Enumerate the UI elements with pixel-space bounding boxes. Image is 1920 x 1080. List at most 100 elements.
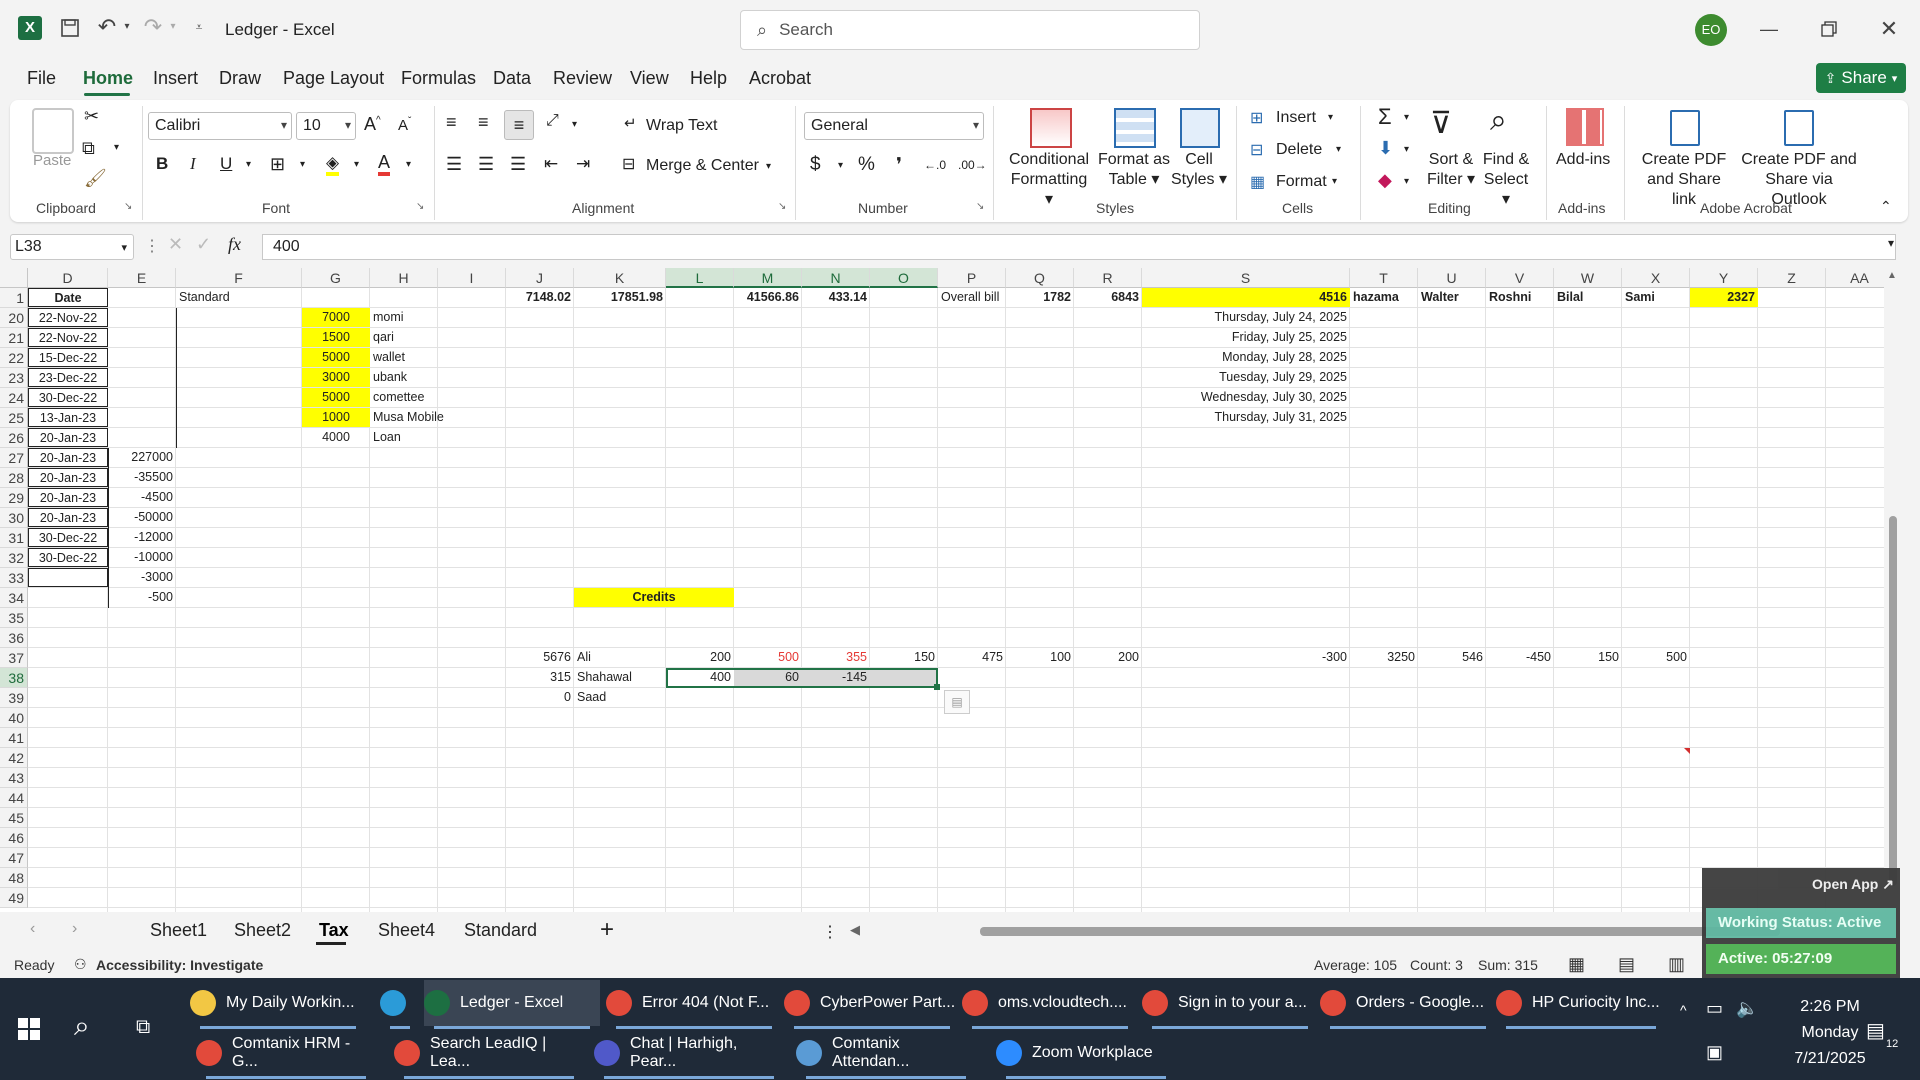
orientation-dropdown-icon[interactable]: ▾ xyxy=(572,119,577,130)
tab-help[interactable]: Help xyxy=(690,68,727,89)
cell-h21[interactable]: qari xyxy=(370,328,438,347)
row-header-44[interactable]: 44 xyxy=(0,788,28,808)
increase-indent-icon[interactable]: ⇥ xyxy=(576,154,590,174)
formula-input[interactable]: 400 xyxy=(262,234,1896,260)
orientation-icon[interactable]: ⤢ xyxy=(546,112,559,130)
cell-s20[interactable]: Thursday, July 24, 2025 xyxy=(1142,308,1350,327)
cell-j39[interactable]: 0 xyxy=(506,688,574,707)
taskbar-app-8[interactable]: Orders - Google... xyxy=(1320,980,1496,1026)
row-header-25[interactable]: 25 xyxy=(0,408,28,428)
vertical-scroll-thumb[interactable] xyxy=(1889,516,1897,886)
scroll-up-icon[interactable]: ▲ xyxy=(1887,270,1897,281)
open-app-link[interactable]: Open App ↗ xyxy=(1812,876,1894,893)
cell-h24[interactable]: comettee xyxy=(370,388,438,407)
network-icon[interactable]: ▣ xyxy=(1706,1042,1723,1063)
font-name-select[interactable]: Calibri ▾ xyxy=(148,112,292,140)
row-header-20[interactable]: 20 xyxy=(0,308,28,328)
sheet-tab-sheet2[interactable]: Sheet2 xyxy=(234,920,291,941)
cell-s23[interactable]: Tuesday, July 29, 2025 xyxy=(1142,368,1350,387)
accessibility-status[interactable]: Accessibility: Investigate xyxy=(96,957,263,973)
cell-d23[interactable]: 23-Dec-22 xyxy=(28,368,108,387)
taskbar-app-5[interactable]: CyberPower Part... xyxy=(784,980,960,1026)
taskbar-app-row2-3[interactable]: Chat | Harhigh, Pear... xyxy=(594,1030,784,1076)
align-middle-icon[interactable]: ≡ xyxy=(478,112,489,133)
align-bottom-icon[interactable]: ≡ xyxy=(504,110,534,140)
page-layout-view-icon[interactable]: ▤ xyxy=(1618,954,1635,975)
avatar[interactable]: EO xyxy=(1695,14,1727,46)
row-header-36[interactable]: 36 xyxy=(0,628,28,648)
cell-x37[interactable]: 500 xyxy=(1622,648,1690,667)
column-header-l[interactable]: L xyxy=(666,268,734,288)
cell-m37[interactable]: 500 xyxy=(734,648,802,667)
cell-w37[interactable]: 150 xyxy=(1554,648,1622,667)
italic-icon[interactable]: I xyxy=(190,154,196,174)
cell-l37[interactable]: 200 xyxy=(666,648,734,667)
bold-icon[interactable]: B xyxy=(156,154,168,174)
merge-center-button[interactable]: Merge & Center xyxy=(646,156,759,176)
taskbar-app-row2-2[interactable]: Search LeadIQ | Lea... xyxy=(394,1030,584,1076)
autosum-dropdown-icon[interactable]: ▾ xyxy=(1404,112,1409,123)
cell-p37[interactable]: 475 xyxy=(938,648,1006,667)
fill-color-dropdown-icon[interactable]: ▾ xyxy=(354,159,359,170)
taskbar-app-3[interactable]: Ledger - Excel xyxy=(424,980,600,1026)
cell-styles-button[interactable]: Cell Styles ▾ xyxy=(1170,150,1228,190)
cell-g20[interactable]: 7000 xyxy=(302,308,370,327)
cell-p1[interactable]: Overall bill xyxy=(938,288,1006,307)
add-ins-button[interactable]: Add-ins xyxy=(1556,150,1610,170)
insert-cells-button[interactable]: Insert xyxy=(1276,108,1316,128)
tab-draw[interactable]: Draw xyxy=(219,68,261,89)
cell-d22[interactable]: 15-Dec-22 xyxy=(28,348,108,367)
create-pdf-outlook-icon[interactable] xyxy=(1784,110,1814,146)
cell-e32[interactable]: -10000 xyxy=(108,548,176,567)
taskbar-app-row2-1[interactable]: Comtanix HRM - G... xyxy=(196,1030,376,1076)
tab-acrobat[interactable]: Acrobat xyxy=(749,68,811,89)
align-center-icon[interactable]: ☰ xyxy=(478,154,494,175)
cell-u1[interactable]: Walter xyxy=(1418,288,1486,307)
add-sheet-icon[interactable]: + xyxy=(600,916,614,944)
cell-n37[interactable]: 355 xyxy=(802,648,870,667)
search-icon[interactable]: ⌕ xyxy=(74,1010,90,1043)
taskbar-app-1[interactable]: My Daily Workin... xyxy=(190,980,366,1026)
insert-function-icon[interactable]: fx xyxy=(228,234,241,255)
cell-h20[interactable]: momi xyxy=(370,308,438,327)
cell-t1[interactable]: hazama xyxy=(1350,288,1418,307)
cell-g23[interactable]: 3000 xyxy=(302,368,370,387)
create-pdf-share-icon[interactable] xyxy=(1670,110,1700,146)
percent-icon[interactable]: % xyxy=(858,154,875,176)
underline-icon[interactable]: U xyxy=(220,154,232,174)
cell-d33[interactable] xyxy=(28,568,108,587)
cell-n1[interactable]: 433.14 xyxy=(802,288,870,307)
find-select-button[interactable]: Find & Select ▾ xyxy=(1478,150,1534,210)
column-header-t[interactable]: T xyxy=(1350,268,1418,288)
row-header-47[interactable]: 47 xyxy=(0,848,28,868)
vertical-scrollbar[interactable]: ▲ xyxy=(1884,268,1902,912)
volume-icon[interactable]: 🔈 xyxy=(1736,998,1758,1019)
clock-time[interactable]: 2:26 PM xyxy=(1780,998,1880,1016)
sheet-tab-tax[interactable]: Tax xyxy=(319,920,349,941)
fill-handle[interactable] xyxy=(934,684,940,690)
autosum-icon[interactable]: Σ xyxy=(1378,104,1392,130)
cell-q37[interactable]: 100 xyxy=(1006,648,1074,667)
cell-k34[interactable]: Credits xyxy=(574,588,734,607)
show-hidden-icons-icon[interactable]: ^ xyxy=(1680,1002,1687,1018)
row-header-41[interactable]: 41 xyxy=(0,728,28,748)
currency-dropdown-icon[interactable]: ▾ xyxy=(838,160,843,171)
sheet-tab-sheet1[interactable]: Sheet1 xyxy=(150,920,207,941)
share-button[interactable]: ⇪ Share ▾ xyxy=(1816,63,1906,93)
cell-m38[interactable]: 60 xyxy=(734,668,802,687)
row-header-49[interactable]: 49 xyxy=(0,888,28,908)
row-header-42[interactable]: 42 xyxy=(0,748,28,768)
cancel-entry-icon[interactable]: ✕ xyxy=(168,234,183,255)
more-options-icon[interactable]: ⋮ xyxy=(144,236,160,256)
cell-g24[interactable]: 5000 xyxy=(302,388,370,407)
cell-styles-icon[interactable] xyxy=(1180,108,1220,148)
cell-d32[interactable]: 30-Dec-22 xyxy=(28,548,108,567)
customize-qat-icon[interactable]: ⩡ xyxy=(190,18,208,36)
tab-formulas[interactable]: Formulas xyxy=(401,68,476,89)
cell-j37[interactable]: 5676 xyxy=(506,648,574,667)
dialog-launcher-icon[interactable]: ↘ xyxy=(778,201,786,212)
decrease-font-icon[interactable]: Aˇ xyxy=(398,116,411,134)
cell-n38[interactable]: -145 xyxy=(802,668,870,687)
cell-j38[interactable]: 315 xyxy=(506,668,574,687)
cell-h23[interactable]: ubank xyxy=(370,368,438,387)
